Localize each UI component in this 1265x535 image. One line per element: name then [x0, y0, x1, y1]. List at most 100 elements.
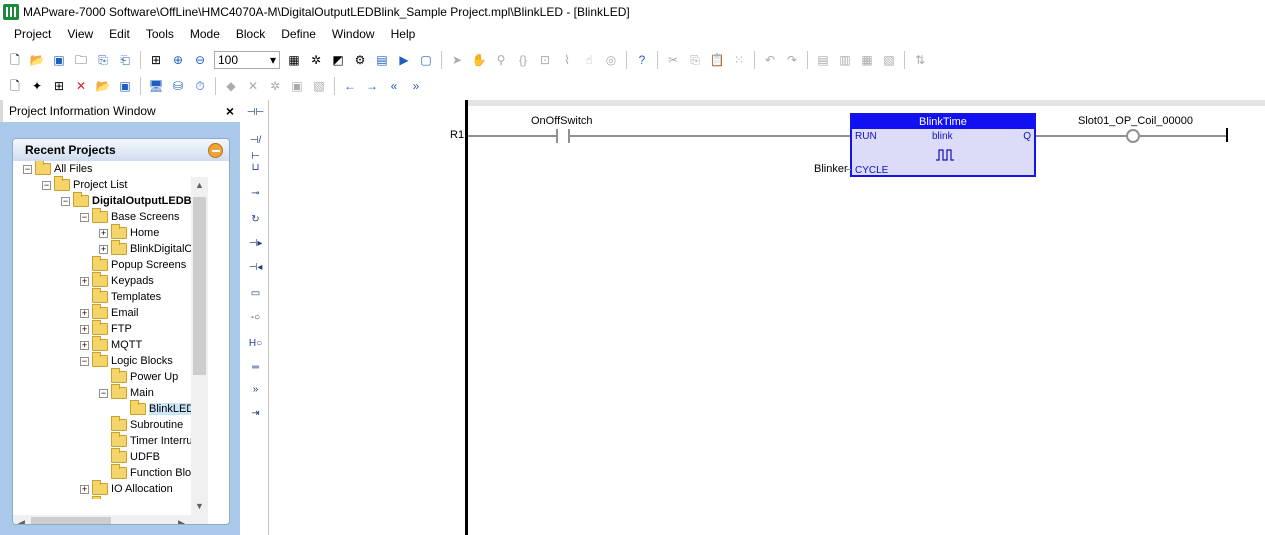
download-icon[interactable]: ⎘: [94, 51, 112, 69]
run-icon[interactable]: ▶: [395, 51, 413, 69]
tree-item[interactable]: − Logic Blocks: [80, 352, 173, 369]
tree-item[interactable]: − Main: [99, 384, 154, 401]
brace-icon[interactable]: {}: [514, 51, 532, 69]
tree-item[interactable]: − Project List: [42, 176, 127, 193]
expand-icon[interactable]: +: [80, 484, 89, 494]
tree-item[interactable]: − All Files: [23, 161, 93, 177]
align-left-icon[interactable]: ▤: [814, 51, 832, 69]
tree-item[interactable]: − Base Screens: [80, 208, 179, 225]
tree-item[interactable]: + Keypads: [80, 272, 154, 289]
tree-item[interactable]: Function Blocks: [99, 464, 191, 481]
collapse-icon[interactable]: −: [80, 356, 89, 366]
zoom-select[interactable]: 100 ▾: [214, 51, 280, 69]
expand-icon[interactable]: +: [99, 228, 108, 238]
coil-set-icon[interactable]: H○: [246, 336, 265, 352]
expand-icon[interactable]: +: [80, 340, 89, 350]
menu-project[interactable]: Project: [6, 23, 59, 45]
wire-icon[interactable]: ⊸: [246, 186, 265, 202]
pointer-icon[interactable]: ➤: [448, 51, 466, 69]
disabled-tool-icon[interactable]: ▧: [310, 77, 328, 95]
tree-item[interactable]: +Data Words: [80, 496, 169, 499]
close-icon[interactable]: ×: [226, 103, 234, 119]
tree-item[interactable]: Popup Screens: [80, 256, 186, 273]
arrow-left-icon[interactable]: ←: [341, 77, 359, 95]
database-icon[interactable]: ⛁: [169, 77, 187, 95]
screen-icon[interactable]: ▣: [116, 77, 134, 95]
output-coil[interactable]: [1126, 129, 1140, 143]
collapse-toggle-icon[interactable]: [208, 142, 223, 158]
scroll-thumb[interactable]: [193, 197, 206, 375]
menu-view[interactable]: View: [59, 23, 101, 45]
disabled-tool-icon[interactable]: ◆: [222, 77, 240, 95]
paste-icon[interactable]: 📋: [708, 51, 726, 69]
expand-icon[interactable]: +: [99, 244, 108, 254]
tree-item[interactable]: + Home: [99, 224, 159, 241]
expand-icon[interactable]: +: [80, 276, 89, 286]
horizontal-scrollbar[interactable]: ◀ ▶: [13, 515, 208, 524]
save-icon[interactable]: ▣: [50, 51, 68, 69]
tree-item[interactable]: Power Up: [99, 368, 178, 385]
add-icon[interactable]: ⊞: [50, 77, 68, 95]
delete-icon[interactable]: ✕: [72, 77, 90, 95]
new-page-icon[interactable]: 🗋: [6, 77, 24, 95]
build-icon[interactable]: ▦: [285, 51, 303, 69]
hscroll-thumb[interactable]: [31, 517, 111, 524]
contact-pos-icon[interactable]: ⊣▸: [246, 236, 265, 252]
align-right-icon[interactable]: ▦: [858, 51, 876, 69]
properties-icon[interactable]: ⊞: [147, 51, 165, 69]
cut-icon[interactable]: ✂: [664, 51, 682, 69]
tree-item[interactable]: + Email: [80, 304, 139, 321]
contact-neg-icon[interactable]: ⊣◂: [246, 260, 265, 276]
tree-item[interactable]: + MQTT: [80, 336, 142, 353]
scroll-left-icon[interactable]: ◀: [13, 515, 30, 524]
box-icon[interactable]: ▭: [246, 286, 265, 302]
table-icon[interactable]: ⊡: [536, 51, 554, 69]
scroll-down-icon[interactable]: ▼: [191, 498, 208, 515]
branch-icon[interactable]: ⊔: [246, 160, 265, 176]
blink-function-block[interactable]: BlinkTime RUN blink Q CYCLE: [850, 113, 1036, 177]
grid-icon[interactable]: ▤: [373, 51, 391, 69]
tree-item[interactable]: − DigitalOutputLEDBlink_Sample Project: [61, 192, 191, 209]
align-justify-icon[interactable]: ▧: [880, 51, 898, 69]
menu-mode[interactable]: Mode: [182, 23, 228, 45]
return-icon[interactable]: ⇥: [246, 406, 265, 422]
help-icon[interactable]: ?: [633, 51, 651, 69]
record-icon[interactable]: ◎: [602, 51, 620, 69]
disabled-tool-icon[interactable]: ▣: [288, 77, 306, 95]
loop-icon[interactable]: ↻: [246, 212, 265, 228]
clock-icon[interactable]: ⏱: [191, 77, 209, 95]
tree-item[interactable]: + BlinkDigitalOutput: [99, 240, 191, 257]
zoom-in-icon[interactable]: ⊕: [169, 51, 187, 69]
monitor-icon[interactable]: 🖥: [147, 77, 165, 95]
new-file-icon[interactable]: 🗋: [6, 51, 24, 69]
menu-help[interactable]: Help: [383, 23, 424, 45]
new-item-icon[interactable]: ✦: [28, 77, 46, 95]
menu-define[interactable]: Define: [273, 23, 324, 45]
align-center-icon[interactable]: ▥: [836, 51, 854, 69]
redo-icon[interactable]: ↷: [783, 51, 801, 69]
scroll-up-icon[interactable]: ▲: [191, 177, 208, 194]
vertical-scrollbar[interactable]: ▲ ▼: [191, 177, 208, 515]
folder-icon[interactable]: 🗀: [72, 51, 90, 69]
window-icon[interactable]: ▢: [417, 51, 435, 69]
coil-icon[interactable]: -○: [246, 310, 265, 326]
expand-icon[interactable]: +: [80, 324, 89, 334]
collapse-icon[interactable]: −: [42, 180, 51, 190]
open-folder-icon[interactable]: 📂: [28, 51, 46, 69]
collapse-icon[interactable]: −: [61, 196, 70, 206]
jump-icon[interactable]: »: [246, 382, 265, 398]
collapse-icon[interactable]: −: [80, 212, 89, 222]
simulate-icon[interactable]: ◩: [329, 51, 347, 69]
tree-item[interactable]: Subroutine: [99, 416, 183, 433]
expand-icon[interactable]: +: [80, 308, 89, 318]
no-contact-icon[interactable]: ⊣⊢: [246, 105, 265, 121]
tree-item[interactable]: Templates: [80, 288, 161, 305]
disabled-tool-icon[interactable]: ✲: [266, 77, 284, 95]
transfer-icon[interactable]: ⚙: [351, 51, 369, 69]
arrow-right-icon[interactable]: →: [363, 77, 381, 95]
touch-icon[interactable]: ☝: [580, 51, 598, 69]
tree-item[interactable]: + FTP: [80, 320, 132, 337]
tree-item[interactable]: + IO Allocation: [80, 480, 173, 497]
zoom-out-icon[interactable]: ⊖: [191, 51, 209, 69]
disabled-tool-icon[interactable]: ✕: [244, 77, 262, 95]
